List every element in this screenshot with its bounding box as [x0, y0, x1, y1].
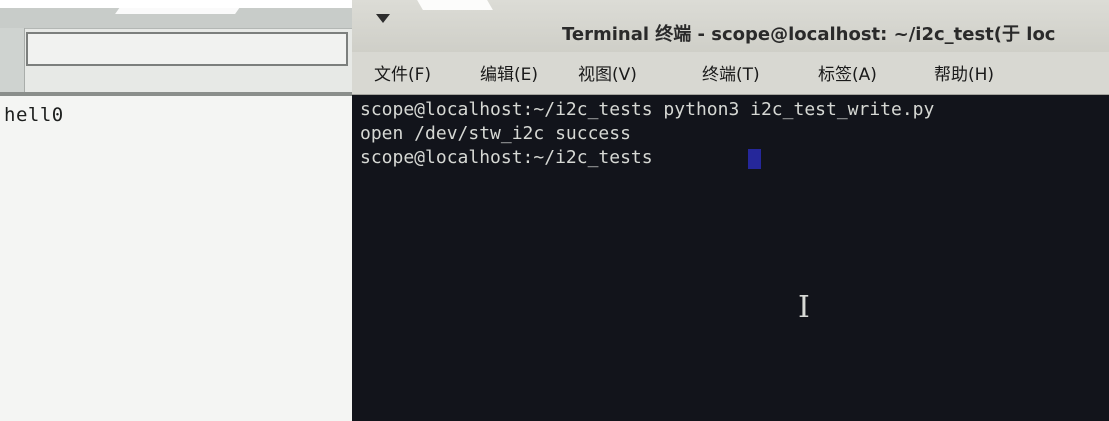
menu-terminal[interactable]: 终端(T) [702, 60, 760, 85]
left-window-text: hell0 [4, 104, 64, 126]
menu-file[interactable]: 文件(F) [374, 60, 431, 85]
terminal-title: Terminal 终端 - scope@localhost: ~/i2c_tes… [562, 24, 1056, 45]
menu-view[interactable]: 视图(V) [578, 60, 637, 85]
terminal-prompt-line: scope@localhost:~/i2c_tests [360, 147, 664, 168]
text-cursor-ibeam-icon: I [798, 290, 810, 325]
left-window-input-field[interactable] [26, 32, 348, 66]
window-menu-icon[interactable] [376, 14, 390, 23]
left-editor-window: hell0 [0, 8, 352, 421]
menu-edit[interactable]: 编辑(E) [480, 60, 538, 85]
terminal-line: open /dev/stw_i2c success [360, 123, 631, 144]
terminal-window: Terminal 终端 - scope@localhost: ~/i2c_tes… [352, 0, 1109, 421]
terminal-output-area[interactable]: scope@localhost:~/i2c_tests python3 i2c_… [352, 95, 1109, 421]
menu-tabs[interactable]: 标签(A) [818, 60, 877, 85]
left-window-side-strip [0, 28, 25, 98]
left-window-text-area[interactable]: hell0 [0, 96, 352, 421]
menu-help[interactable]: 帮助(H) [934, 60, 994, 85]
glare-highlight [115, 0, 245, 14]
terminal-cursor [748, 149, 761, 169]
screen: hell0 Terminal 终端 - scope@localhost: ~/i… [0, 0, 1109, 421]
terminal-line: scope@localhost:~/i2c_tests python3 i2c_… [360, 99, 935, 120]
terminal-menubar: 文件(F) 编辑(E) 视图(V) 终端(T) 标签(A) 帮助(H) [352, 52, 1109, 95]
glare-highlight [417, 0, 493, 10]
